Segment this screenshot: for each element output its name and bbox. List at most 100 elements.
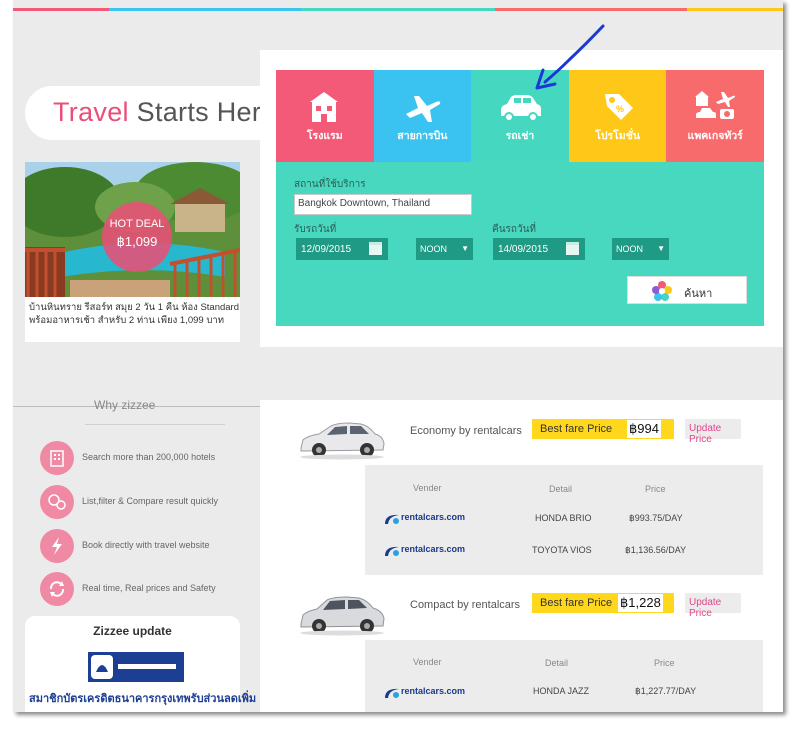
top-strip-teal bbox=[301, 8, 495, 11]
top-strip-yellow bbox=[687, 8, 783, 11]
dropdown-arrow-icon: ▼ bbox=[657, 244, 665, 253]
pickup-time-select[interactable]: NOON ▼ bbox=[416, 238, 473, 260]
update-price-button[interactable]: Update Price bbox=[685, 419, 741, 445]
zizzee-update-card: Zizzee update สมาชิกบัตรเครดิตธนาคารกรุง… bbox=[25, 616, 256, 712]
pickup-time-value: NOON bbox=[420, 244, 447, 254]
economy-car-image bbox=[300, 422, 385, 460]
car-price: ฿1,136.56/DAY bbox=[625, 545, 687, 555]
lightning-icon bbox=[40, 529, 74, 563]
tab-tour-package-label: แพคเกจทัวร์ bbox=[687, 130, 743, 142]
car-model: TOYOTA VIOS bbox=[532, 545, 592, 555]
hero-title-rest: Starts Here bbox=[128, 97, 277, 127]
annotation-arrow bbox=[535, 24, 605, 90]
best-fare-price: ฿1,228 bbox=[618, 594, 663, 612]
calendar-icon[interactable] bbox=[566, 242, 579, 255]
hero-title: Travel Starts Here bbox=[53, 97, 276, 128]
best-fare-label: Best fare Price bbox=[540, 423, 613, 435]
pickup-date-value: 12/09/2015 bbox=[301, 244, 352, 255]
rentalcars-logo[interactable]: rentalcars.com bbox=[383, 512, 475, 526]
vendor-header: Vender bbox=[413, 483, 442, 493]
best-fare-label: Best fare Price bbox=[540, 597, 613, 609]
tab-hotel-label: โรงแรม bbox=[306, 130, 343, 142]
zizzee-update-title: Zizzee update bbox=[93, 624, 172, 638]
feature-text: List,filter & Compare result quickly bbox=[82, 496, 219, 506]
building-icon bbox=[40, 441, 74, 475]
hot-deal-label: HOT DEAL bbox=[109, 218, 165, 230]
return-date-input[interactable]: 14/09/2015 bbox=[493, 238, 585, 260]
tab-hotel[interactable]: โรงแรม bbox=[276, 70, 374, 162]
category-tabs: โรงแรม สายการบิน รถเช่า % โปรโมชั่น แพคเ… bbox=[276, 70, 764, 162]
pickup-date-input[interactable]: 12/09/2015 bbox=[296, 238, 388, 260]
tab-airline-label: สายการบิน bbox=[397, 130, 448, 142]
feature-text: Book directly with travel website bbox=[82, 540, 210, 550]
search-button[interactable]: ค้นหา bbox=[627, 276, 747, 304]
best-fare-box: Best fare Price ฿994 bbox=[532, 419, 674, 439]
vendor-name: rentalcars.com bbox=[401, 544, 466, 554]
pickup-date-label: รับรถวันที่ bbox=[294, 224, 337, 235]
hero-title-accent: Travel bbox=[53, 97, 129, 127]
page: Travel Starts Here HOT DEAL ฿1,099 บ้านห… bbox=[0, 0, 800, 736]
tag-icon: % bbox=[604, 94, 633, 120]
rentalcars-logo[interactable]: rentalcars.com bbox=[383, 544, 475, 558]
hot-deal-badge: HOT DEAL ฿1,099 bbox=[102, 202, 172, 272]
best-fare-price: ฿994 bbox=[627, 420, 661, 438]
calendar-icon[interactable] bbox=[369, 242, 382, 255]
return-time-select[interactable]: NOON ▼ bbox=[612, 238, 669, 260]
top-strip-pink bbox=[13, 8, 109, 11]
price-header: Price bbox=[654, 658, 675, 668]
tab-airline[interactable]: สายการบิน bbox=[373, 70, 472, 162]
rentalcars-swoosh-icon bbox=[385, 546, 399, 556]
bank-promo-text[interactable]: สมาชิกบัตรเครดิตธนาคารกรุงเทพรับส่วนลดเพ… bbox=[29, 689, 256, 707]
why-zizzee-title: Why zizzee bbox=[94, 398, 156, 412]
return-date-label: คืนรถวันที่ bbox=[492, 224, 536, 235]
car-icon bbox=[501, 95, 542, 122]
feature-text: Search more than 200,000 hotels bbox=[82, 452, 216, 462]
rentalcars-logo[interactable]: rentalcars.com bbox=[383, 686, 475, 700]
car-price: ฿993.75/DAY bbox=[629, 513, 683, 523]
resort-photo[interactable]: HOT DEAL ฿1,099 bbox=[25, 162, 240, 297]
vendor-header: Vender bbox=[413, 657, 442, 667]
dropdown-arrow-icon: ▼ bbox=[461, 244, 469, 253]
bank-logo[interactable] bbox=[88, 652, 184, 682]
best-fare-box: Best fare Price ฿1,228 bbox=[532, 593, 674, 613]
search-button-label: ค้นหา bbox=[684, 288, 713, 300]
car-model: HONDA BRIO bbox=[535, 513, 592, 523]
refresh-icon bbox=[40, 572, 74, 606]
vendor-table bbox=[365, 640, 763, 712]
rentalcars-swoosh-icon bbox=[385, 688, 399, 698]
location-input[interactable]: Bangkok Downtown, Thailand bbox=[294, 194, 472, 215]
return-date-value: 14/09/2015 bbox=[498, 244, 549, 255]
detail-header: Detail bbox=[549, 484, 573, 494]
plane-icon bbox=[405, 96, 440, 122]
vendor-name: rentalcars.com bbox=[401, 686, 466, 696]
location-label: สถานที่ใช้บริการ bbox=[294, 179, 366, 190]
detail-header: Detail bbox=[545, 658, 569, 668]
compact-car-image bbox=[300, 596, 385, 636]
svg-text:%: % bbox=[616, 104, 624, 114]
browser-viewport: Travel Starts Here HOT DEAL ฿1,099 บ้านห… bbox=[13, 0, 783, 712]
tab-car-rental-label: รถเช่า bbox=[505, 130, 535, 142]
tab-tour-package[interactable]: แพคเกจทัวร์ bbox=[666, 70, 764, 162]
vendor-name: rentalcars.com bbox=[401, 512, 466, 522]
return-time-value: NOON bbox=[616, 244, 643, 254]
compare-icon bbox=[40, 485, 74, 519]
update-price-button[interactable]: Update Price bbox=[685, 593, 741, 619]
hot-deal-price: ฿1,099 bbox=[116, 234, 158, 249]
hotel-icon bbox=[310, 92, 338, 122]
bank-emblem-icon bbox=[91, 655, 176, 679]
top-strip-blue bbox=[109, 8, 301, 11]
why-zizzee-underline bbox=[85, 424, 225, 425]
result-title: Economy by rentalcars bbox=[410, 425, 522, 437]
flower-icon bbox=[652, 281, 672, 301]
top-strip-red bbox=[495, 8, 687, 11]
result-title: Compact by rentalcars bbox=[410, 599, 521, 611]
price-header: Price bbox=[645, 484, 666, 494]
car-price: ฿1,227.77/DAY bbox=[635, 686, 697, 696]
deal-description: บ้านหินทราย รีสอร์ท สมุย 2 วัน 1 คืน ห้อ… bbox=[29, 302, 240, 326]
package-icon bbox=[695, 91, 736, 119]
tab-promotion-label: โปรโมชั่น bbox=[595, 130, 640, 142]
hot-deal-card[interactable]: HOT DEAL ฿1,099 บ้านหินทราย รีสอร์ท สมุย… bbox=[25, 162, 240, 342]
feature-text: Real time, Real prices and Safety bbox=[82, 583, 216, 593]
car-model: HONDA JAZZ bbox=[533, 686, 590, 696]
rentalcars-swoosh-icon bbox=[385, 514, 399, 524]
